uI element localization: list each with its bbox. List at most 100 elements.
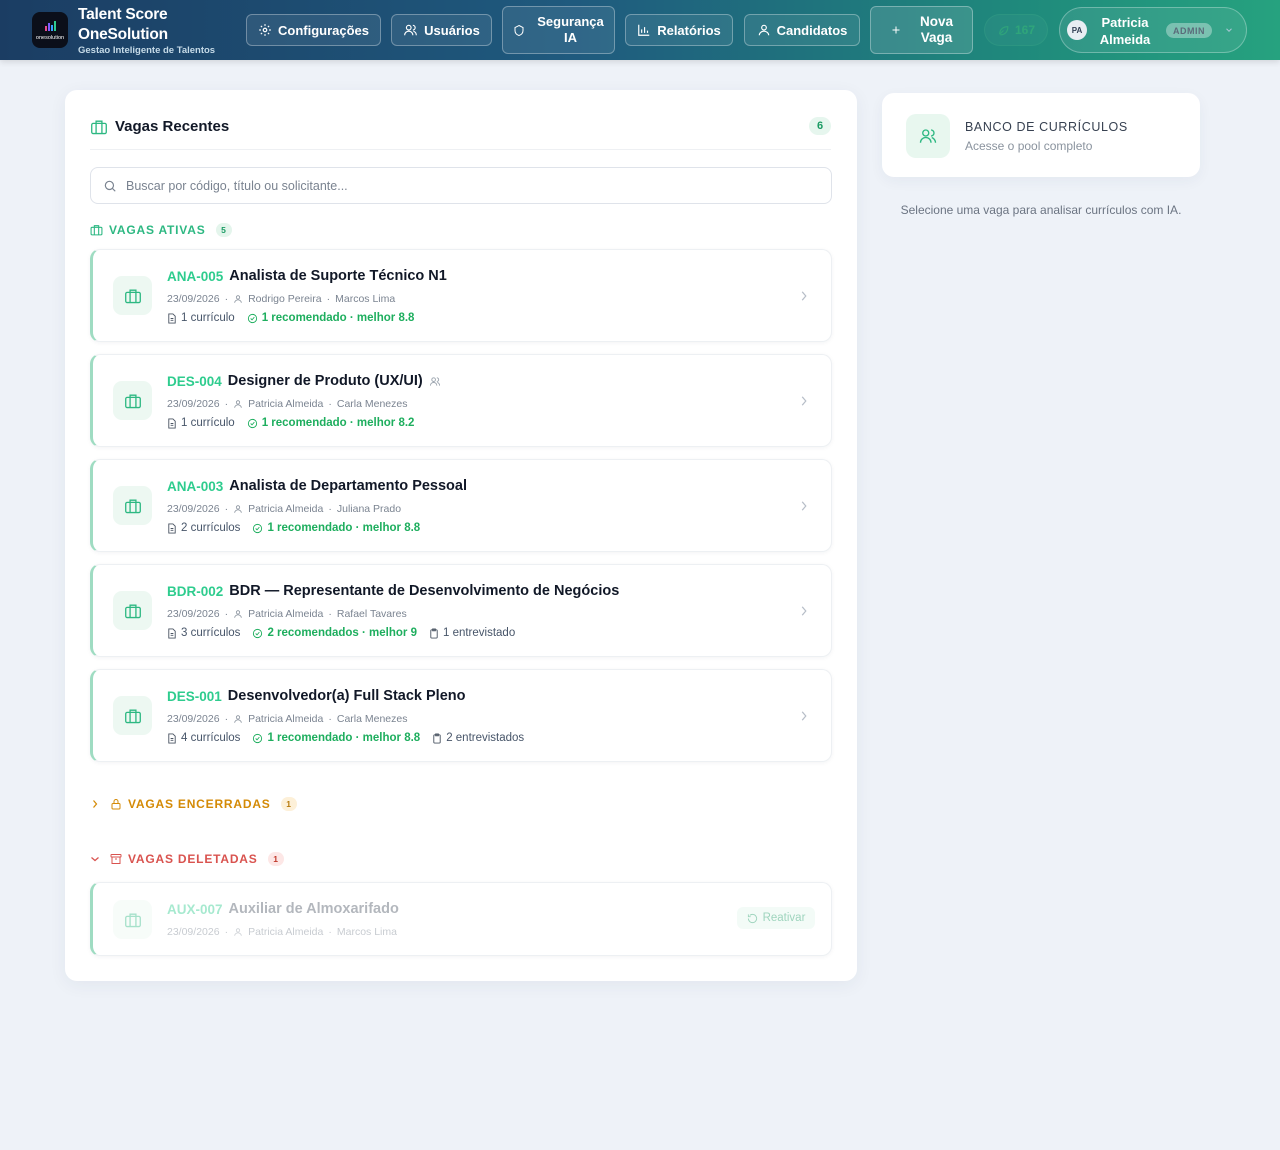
job-meta: 23/09/2026 · Rodrigo Pereira · Marcos Lima (167, 293, 396, 305)
job-stats: 3 currículos 2 recomendados · melhor 9 1… (167, 627, 527, 639)
job-title-text: Designer de Produto (UX/UI) (227, 373, 423, 389)
user-icon (234, 610, 242, 618)
resume-bank-card[interactable]: BANCO DE CURRÍCULOS Acesse o pool comple… (882, 93, 1200, 177)
document-icon (168, 312, 176, 324)
avatar: PA (1067, 20, 1087, 40)
settings-button[interactable]: Configurações (246, 14, 381, 46)
chevron-down-icon (91, 857, 99, 862)
deleted-jobs-header[interactable]: VAGAS DELETADAS 1 (90, 852, 284, 866)
resume-count-text: 1 currículo (181, 312, 235, 324)
document-icon (168, 627, 176, 639)
recommended-text: 1 recomendado · melhor 8.8 (267, 732, 421, 744)
logo-text: onesolution (35, 35, 65, 41)
chevron-right-icon (801, 396, 807, 406)
job-title-text: Desenvolvedor(a) Full Stack Pleno (227, 688, 466, 704)
job-code: ANA-005 (167, 268, 224, 284)
job-date: 23/09/2026 (167, 503, 220, 515)
job-meta: 23/09/2026 · Patricia Almeida · Carla Mene… (167, 398, 408, 410)
search-icon (104, 180, 116, 192)
panel-title-text: Vagas Recentes (115, 118, 230, 135)
job-requester: Patricia Almeida (248, 398, 324, 410)
job-card[interactable]: DES-004 Designer de Produto (UX/UI) 23/0… (90, 354, 832, 447)
active-jobs-header[interactable]: VAGAS ATIVAS 5 (90, 223, 232, 237)
users-icon (429, 376, 440, 386)
user-name: Patricia Almeida (1092, 14, 1158, 48)
job-card[interactable]: BDR-002 BDR — Representante de Desenvolv… (90, 564, 832, 657)
user-icon (234, 505, 242, 513)
job-requester: Patricia Almeida (248, 926, 324, 938)
candidates-button[interactable]: Candidatos (744, 14, 860, 46)
reports-button[interactable]: Relatórios (625, 14, 733, 46)
user-icon (234, 295, 242, 303)
recommended-text: 1 recomendado · melhor 8.2 (261, 417, 415, 429)
job-stats: 1 currículo 1 recomendado · melhor 8.2 (167, 417, 426, 429)
job-date: 23/09/2026 (167, 926, 220, 938)
closed-jobs-count: 1 (280, 797, 297, 811)
check-circle-icon (247, 313, 257, 323)
divider (90, 149, 831, 150)
new-job-button[interactable]: Nova Vaga (870, 6, 973, 54)
job-stats: 2 currículos 1 recomendado · melhor 8.8 (167, 522, 432, 534)
job-meta: 23/09/2026 · Patricia Almeida · Carla Mene… (167, 713, 408, 725)
reports-label: Relatórios (657, 22, 721, 38)
job-date: 23/09/2026 (167, 398, 220, 410)
briefcase-icon (91, 120, 107, 134)
search-box[interactable] (90, 167, 832, 204)
job-card[interactable]: DES-001 Desenvolvedor(a) Full Stack Plen… (90, 669, 832, 762)
search-input[interactable] (126, 178, 831, 193)
brand-line-2: OneSolution (78, 26, 168, 43)
check-circle-icon (247, 418, 257, 428)
job-title-text: BDR — Representante de Desenvolvimento d… (229, 583, 620, 599)
credits-badge[interactable]: 167 (984, 14, 1048, 46)
job-code: BDR-002 (167, 583, 224, 599)
job-recruiter: Rafael Tavares (336, 608, 407, 620)
job-requester: Rodrigo Pereira (248, 293, 322, 305)
user-menu[interactable]: PA Patricia Almeida ADMIN (1059, 7, 1247, 53)
job-date: 23/09/2026 (167, 293, 220, 305)
brand-logo[interactable]: onesolution (32, 12, 68, 48)
job-requester: Patricia Almeida (248, 713, 324, 725)
job-recruiter: Marcos Lima (335, 293, 396, 305)
reactivate-label: Reativar (762, 912, 806, 924)
reactivate-button[interactable]: Reativar (737, 907, 815, 929)
resume-count: 1 currículo (167, 417, 235, 429)
closed-jobs-header[interactable]: VAGAS ENCERRADAS 1 (90, 797, 297, 811)
interviewed-count: 1 entrevistado (429, 627, 515, 639)
brand-tagline: Gestao Inteligente de Talentos (78, 45, 216, 56)
job-recruiter: Carla Menezes (336, 398, 408, 410)
briefcase-icon (124, 394, 141, 408)
briefcase-icon (124, 289, 141, 303)
user-last-name: Almeida (1099, 32, 1151, 47)
clipboard-icon (430, 627, 438, 639)
job-card[interactable]: ANA-003 Analista de Departamento Pessoal… (90, 459, 832, 552)
deleted-jobs-count: 1 (267, 852, 284, 866)
interviewed-text: 2 entrevistados (446, 732, 525, 744)
document-icon (168, 522, 176, 534)
user-icon (234, 715, 242, 723)
user-icon (234, 928, 242, 936)
rotate-ccw-icon (747, 913, 757, 923)
briefcase-icon (90, 225, 103, 236)
briefcase-icon (124, 604, 141, 618)
job-meta: 23/09/2026 · Patricia Almeida · Rafael Tav… (167, 608, 407, 620)
resume-bank-subtitle: Acesse o pool completo (965, 139, 1093, 153)
ai-security-label-2: IA (563, 30, 577, 45)
ai-security-button[interactable]: Segurança IA (502, 6, 615, 54)
users-button[interactable]: Usuários (391, 14, 492, 46)
bank-icon (906, 114, 950, 158)
deleted-job-card[interactable]: AUX-007 Auxiliar de Almoxarifado 23/09/2… (90, 882, 832, 956)
plus-icon (892, 26, 900, 34)
users-label: Usuários (424, 22, 480, 38)
leaf-icon (999, 25, 1009, 35)
recommended-text: 1 recomendado · melhor 8.8 (261, 312, 415, 324)
check-circle-icon (253, 523, 263, 533)
job-card[interactable]: ANA-005 Analista de Suporte Técnico N1 2… (90, 249, 832, 342)
user-icon (758, 24, 769, 36)
job-title-text: Analista de Suporte Técnico N1 (229, 268, 447, 284)
recommended-text: 2 recomendados · melhor 9 (267, 627, 417, 639)
users-icon (404, 24, 418, 36)
resume-count-text: 1 currículo (181, 417, 235, 429)
user-icon (234, 400, 242, 408)
deleted-jobs-label: VAGAS DELETADAS (128, 852, 258, 866)
job-title: ANA-005 Analista de Suporte Técnico N1 (167, 268, 447, 284)
